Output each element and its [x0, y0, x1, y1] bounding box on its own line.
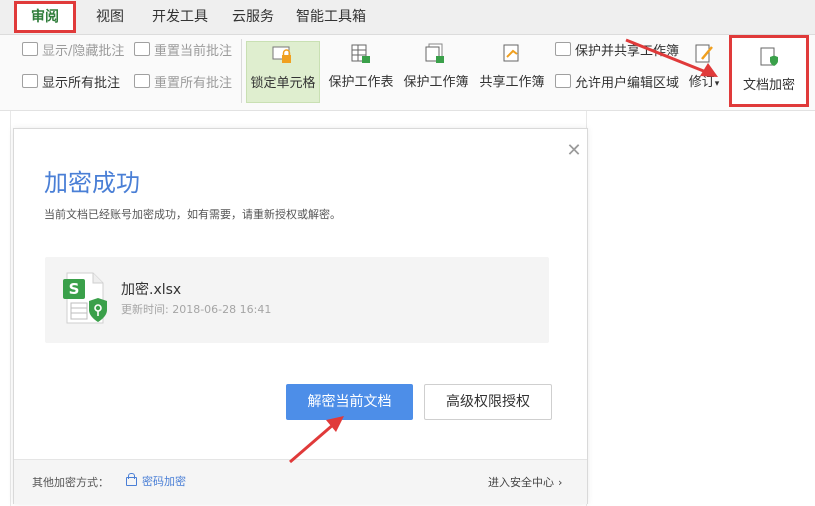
file-updated-time: 更新时间: 2018-06-28 16:41	[121, 303, 272, 316]
lock-icon	[126, 473, 137, 486]
show-all-comments-button[interactable]: 显示所有批注	[22, 73, 120, 95]
track-changes-icon	[695, 44, 713, 63]
protect-sheet-button[interactable]: 保护工作表	[326, 41, 396, 103]
file-card: S 加密.xlsx 更新时间: 2018-06-28 16:41	[45, 257, 549, 343]
excel-file-icon: S	[63, 272, 107, 324]
tab-view[interactable]: 视图	[96, 0, 124, 34]
protect-share-icon	[555, 42, 571, 56]
dialog-title: 加密成功	[44, 169, 140, 197]
lock-cell-icon	[272, 46, 291, 63]
tab-developer[interactable]: 开发工具	[152, 0, 208, 34]
comments-reset-icon	[134, 74, 150, 88]
tab-cloud-service[interactable]: 云服务	[232, 0, 274, 34]
doc-encrypt-icon	[760, 47, 778, 66]
security-center-link[interactable]: 进入安全中心 ›	[488, 474, 562, 490]
ribbon-separator	[241, 39, 242, 103]
dialog-description: 当前文档已经账号加密成功，如有需要，请重新授权或解密。	[44, 208, 341, 221]
track-changes-button[interactable]: 修订▾	[684, 41, 724, 103]
doc-encrypt-button[interactable]: 文档加密	[729, 35, 809, 107]
share-workbook-icon	[503, 44, 519, 62]
chevron-right-icon: ›	[558, 476, 563, 489]
tab-review[interactable]: 审阅	[14, 1, 76, 33]
close-icon[interactable]: ✕	[564, 141, 584, 161]
show-hide-comment-button[interactable]: 显示/隐藏批注	[22, 41, 124, 63]
lock-cell-button[interactable]: 锁定单元格	[246, 41, 320, 103]
password-encrypt-link[interactable]: 密码加密	[126, 473, 186, 489]
decrypt-current-document-button[interactable]: 解密当前文档	[286, 384, 413, 420]
dropdown-arrow-icon: ▾	[714, 79, 720, 89]
file-name: 加密.xlsx	[121, 282, 182, 298]
reset-all-comments-button[interactable]: 重置所有批注	[134, 73, 232, 95]
dialog-footer: 其他加密方式： 密码加密 进入安全中心 ›	[14, 459, 587, 504]
comment-icon	[22, 42, 38, 56]
advanced-permission-button[interactable]: 高级权限授权	[424, 384, 552, 420]
tab-smart-toolbox[interactable]: 智能工具箱	[296, 0, 366, 34]
protect-workbook-button[interactable]: 保护工作簿	[401, 41, 471, 103]
encrypt-success-dialog: ✕ 加密成功 当前文档已经账号加密成功，如有需要，请重新授权或解密。 S 加密.…	[13, 128, 588, 504]
share-workbook-button[interactable]: 共享工作簿	[477, 41, 547, 103]
protect-workbook-icon	[425, 43, 444, 63]
allow-edit-ranges-button[interactable]: 允许用户编辑区域	[555, 73, 679, 95]
comment-reset-icon	[134, 42, 150, 56]
ribbon-tab-bar: 审阅 视图 开发工具 云服务 智能工具箱	[0, 0, 815, 35]
grid-line	[10, 111, 11, 506]
comments-icon	[22, 74, 38, 88]
reset-current-comment-button[interactable]: 重置当前批注	[134, 41, 232, 63]
ribbon-toolbar: 显示/隐藏批注 重置当前批注 显示所有批注 重置所有批注 锁定单元格 保护工作表	[0, 35, 815, 111]
edit-range-icon	[555, 74, 571, 88]
svg-text:S: S	[69, 280, 80, 298]
other-encrypt-methods-label: 其他加密方式：	[32, 476, 109, 489]
protect-sheet-icon	[351, 44, 370, 63]
protect-and-share-workbook-button[interactable]: 保护并共享工作簿	[555, 41, 679, 63]
